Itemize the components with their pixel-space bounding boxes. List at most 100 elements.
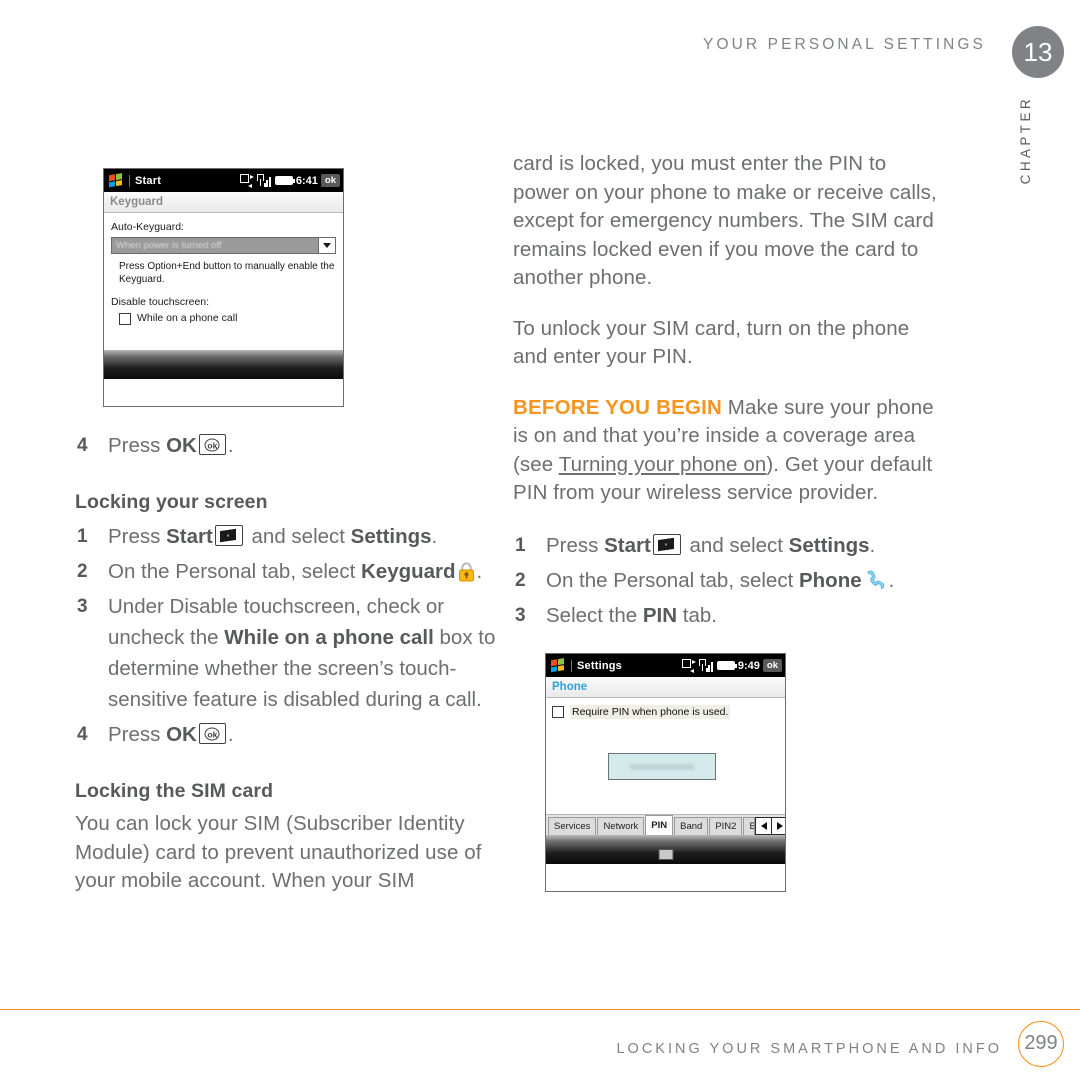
sync-icon xyxy=(239,174,254,188)
step-text: . xyxy=(888,568,895,592)
step-number: 2 xyxy=(77,561,88,582)
tab-pin2[interactable]: PIN2 xyxy=(709,817,743,835)
tab-network[interactable]: Network xyxy=(597,817,645,835)
step-text-bold: OK xyxy=(166,723,197,746)
locking-screen-steps: 1 Press Start and select Settings. 2 On … xyxy=(75,521,505,750)
step-text: . xyxy=(431,525,438,548)
left-column: 4 Press OK. Locking your screen 1 Press … xyxy=(75,430,505,918)
page-number-badge: 299 xyxy=(1018,1021,1064,1067)
keyguard-help-text: Press Option+End button to manually enab… xyxy=(119,261,335,285)
step-number: 4 xyxy=(77,435,88,456)
right-paragraph-2: To unlock your SIM card, turn on the pho… xyxy=(513,316,910,369)
disable-touchscreen-label: Disable touchscreen: xyxy=(111,296,210,308)
step-number: 4 xyxy=(77,724,88,745)
list-item: 2 On the Personal tab, select Keyguard. xyxy=(75,556,505,587)
while-on-call-checkbox[interactable] xyxy=(119,312,131,325)
titlebar-ok-button[interactable]: ok xyxy=(320,173,340,188)
device-titlebar: Settings 9:49 ok xyxy=(546,654,785,677)
phone-handset-icon xyxy=(865,569,886,590)
tab-services[interactable]: Services xyxy=(548,817,597,835)
step-text: On the Personal tab, select xyxy=(546,568,799,592)
step-text: . xyxy=(476,560,483,583)
step-number: 1 xyxy=(515,534,526,556)
device-bottom-bar xyxy=(104,350,343,379)
windows-logo-icon xyxy=(551,658,566,673)
while-on-call-checkbox-label: While on a phone call xyxy=(137,312,238,324)
change-pin-button-disabled xyxy=(608,753,716,780)
auto-keyguard-value: When power is turned off xyxy=(116,240,222,251)
chapter-number-badge: 13 xyxy=(1012,26,1064,78)
device-body: Require PIN when phone is used. Services… xyxy=(546,698,785,864)
step-text: Press xyxy=(108,723,167,746)
list-item: 1 Press Start and select Settings. xyxy=(513,530,943,561)
start-label[interactable]: Start xyxy=(129,174,161,187)
signal-strength-icon xyxy=(256,174,271,187)
tab-scroll-left-icon[interactable] xyxy=(755,817,773,835)
battery-icon xyxy=(716,661,737,670)
section-heading-locking-the-sim-card: Locking the SIM card xyxy=(75,780,274,802)
auto-keyguard-label: Auto-Keyguard: xyxy=(111,221,184,233)
tab-scroll-right-icon[interactable] xyxy=(771,817,785,835)
press-ok-step-list: 4 Press OK. xyxy=(75,430,505,461)
settings-label[interactable]: Settings xyxy=(571,659,622,672)
step-text-bold: Start xyxy=(166,525,213,548)
step-text-bold: Settings xyxy=(350,525,432,548)
ok-key-icon xyxy=(198,723,226,744)
chevron-down-icon[interactable] xyxy=(318,238,335,253)
step-text-bold: Settings xyxy=(788,533,870,557)
step-number: 3 xyxy=(77,596,88,617)
screenshot-phone-pin-settings: Settings 9:49 ok Phone Require PIN when … xyxy=(545,653,786,892)
ok-key-icon xyxy=(198,434,226,455)
step-text: and select xyxy=(683,533,789,557)
step-text-bold: Start xyxy=(604,533,651,557)
device-bottom-bar xyxy=(546,835,785,864)
list-item: 1 Press Start and select Settings. xyxy=(75,521,505,552)
start-key-icon xyxy=(652,533,681,555)
step-text: Press xyxy=(108,525,167,548)
step-number: 1 xyxy=(77,526,88,547)
step-text: tab. xyxy=(677,603,717,627)
tab-band-selection[interactable]: Be xyxy=(743,817,756,835)
step-text-after: . xyxy=(227,434,234,457)
sim-pin-steps: 1 Press Start and select Settings. 2 On … xyxy=(513,530,943,631)
list-item: 4 Press OK. xyxy=(75,430,505,461)
footer-rule xyxy=(0,1008,1080,1010)
section-heading-locking-your-screen: Locking your screen xyxy=(75,491,268,513)
windows-logo-icon xyxy=(109,173,124,188)
padlock-icon xyxy=(458,560,475,582)
require-pin-checkbox[interactable] xyxy=(552,706,564,718)
step-text-before: Press xyxy=(108,434,167,457)
step-text: On the Personal tab, select xyxy=(108,560,361,583)
list-item: 2 On the Personal tab, select Phone. xyxy=(513,565,943,596)
clock-label: 6:41 xyxy=(295,174,318,187)
sim-paragraph: You can lock your SIM (Subscriber Identi… xyxy=(75,812,482,892)
device-body: Auto-Keyguard: When power is turned off … xyxy=(104,213,343,379)
device-page-header: Keyguard xyxy=(104,192,343,213)
cross-reference-link[interactable]: Turning your phone on xyxy=(559,453,767,476)
require-pin-checkbox-row[interactable]: Require PIN when phone is used. xyxy=(552,705,779,719)
signal-strength-icon xyxy=(698,659,713,672)
tab-pin[interactable]: PIN xyxy=(645,815,674,835)
right-column: card is locked, you must enter the PIN t… xyxy=(513,150,943,635)
clock-label: 9:49 xyxy=(737,659,760,672)
step-text-bold: OK xyxy=(166,434,197,457)
pin-tab-bar[interactable]: Services Network PIN Band PIN2 Be xyxy=(546,814,785,835)
step-text: Press xyxy=(546,533,605,557)
step-number: 2 xyxy=(515,569,526,591)
list-item: 4 Press OK. xyxy=(75,719,505,750)
right-paragraph-1: card is locked, you must enter the PIN t… xyxy=(513,152,937,289)
keyboard-icon[interactable] xyxy=(658,849,673,860)
step-number: 3 xyxy=(515,604,526,626)
step-text-bold: PIN xyxy=(642,603,678,627)
titlebar-ok-button[interactable]: ok xyxy=(762,658,782,673)
auto-keyguard-dropdown[interactable]: When power is turned off xyxy=(111,237,336,254)
list-item: 3 Select the PIN tab. xyxy=(513,600,943,631)
chapter-label-vertical: CHAPTER xyxy=(1018,96,1033,185)
step-text: . xyxy=(869,533,876,557)
while-on-call-checkbox-row[interactable]: While on a phone call xyxy=(111,312,336,325)
tab-scroll-arrows[interactable] xyxy=(755,817,785,835)
device-page-header: Phone xyxy=(546,677,785,698)
tab-band[interactable]: Band xyxy=(674,817,709,835)
step-text-bold: Phone xyxy=(798,568,862,592)
running-foot: LOCKING YOUR SMARTPHONE AND INFO xyxy=(616,1041,1002,1057)
